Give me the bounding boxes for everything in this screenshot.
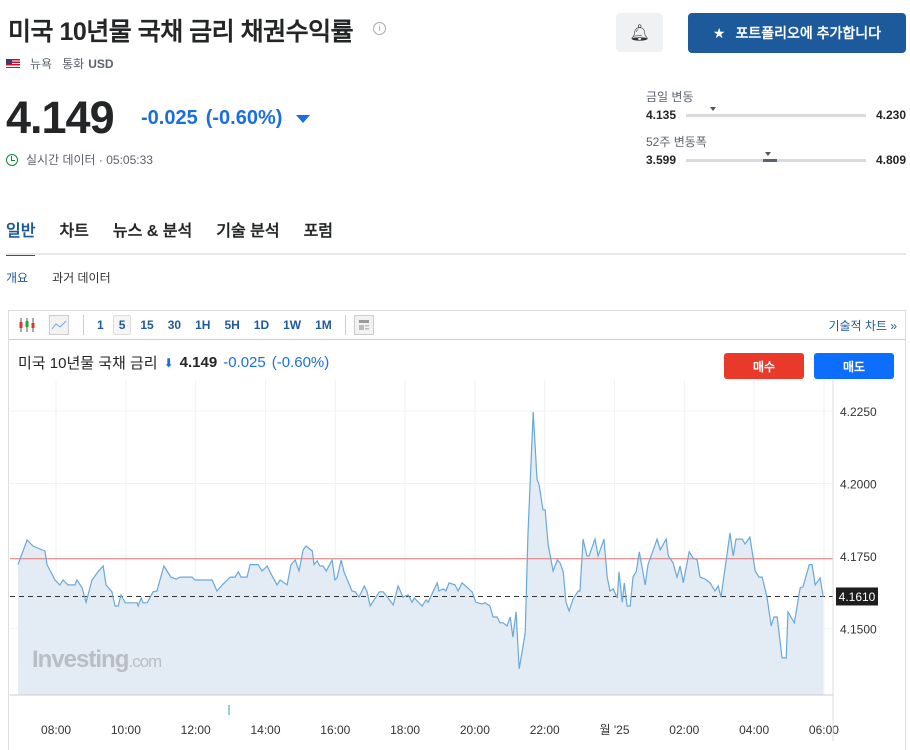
x-tick-label: 02:00 [669,723,699,737]
change-percent: (-0.60%) [205,107,283,129]
star-icon: ★ [712,24,726,41]
add-to-portfolio-button[interactable]: ★ 포트폴리오에 추가합니다 [688,13,906,53]
interval-1w[interactable]: 1W [278,316,306,334]
52-week-range: 52주 변동폭 3.599 4.809 [646,133,906,167]
tab-news[interactable]: 뉴스 & 분석 [113,217,192,256]
watermark-suffix: .com [128,652,162,671]
range-high: 4.230 [875,108,906,122]
news-layout-icon[interactable] [353,315,374,335]
x-tick-label: 월 '25 [600,723,630,737]
interval-1h[interactable]: 1H [190,316,215,334]
interval-5h[interactable]: 5H [219,316,244,334]
tab-chart[interactable]: 차트 [59,217,88,256]
range-marker [709,106,716,111]
area-chart-icon[interactable] [49,315,69,335]
x-tick-label: 22:00 [530,723,560,737]
currency-value: USD [88,56,114,71]
clock-icon [6,153,18,166]
interval-1m[interactable]: 1M [310,316,337,334]
range-marker [764,151,771,156]
bell-plus-icon: 🔔︎ [629,24,650,42]
instrument-meta: 뉴욕 통화 USD [6,55,114,72]
y-tick-label: 4.2250 [840,405,877,419]
tab-technical[interactable]: 기술 분석 [216,217,279,256]
sell-button[interactable]: 매도 [814,353,894,379]
price-change: -0.025 (-0.60%) [141,107,311,130]
range-bar [686,151,866,162]
currency-label: 통화 [62,57,85,71]
buy-button[interactable]: 매수 [724,353,804,379]
interval-5[interactable]: 5 [112,315,132,335]
candlestick-icon[interactable] [17,315,37,335]
range-fill [762,158,777,162]
range-bar [686,106,866,117]
y-tick-label: 4.2000 [840,477,877,491]
chart-price: 4.149 [179,354,218,371]
portfolio-button-label: 포트폴리오에 추가합니다 [735,25,882,41]
y-tick-label: 4.1750 [840,550,877,564]
range-label: 52주 변동폭 [646,135,707,149]
tab-general[interactable]: 일반 [6,217,36,256]
main-tabs: 일반 차트 뉴스 & 분석 기술 분석 포럼 [6,217,333,256]
range-low: 3.599 [646,153,677,167]
x-tick-label: 18:00 [390,723,420,737]
subtab-overview[interactable]: 개요 [6,269,28,286]
exchange-label: 뉴욕 [30,57,53,71]
subtab-historical[interactable]: 과거 데이터 [52,269,111,286]
chart-change-pct: (-0.60%) [271,354,330,371]
chart-toolbar: 1 5 15 30 1H 5H 1D 1W 1M 기술적 차트 » [9,311,905,340]
x-tick-label: 04:00 [739,723,769,737]
x-tick-label: 20:00 [460,723,490,737]
chart-change: -0.025 [223,354,266,371]
add-alert-button[interactable]: 🔔︎ [616,13,663,52]
x-tick-label: 12:00 [181,723,211,737]
y-tick-label: 4.1500 [840,622,877,636]
chart-header: 미국 10년물 국채 금리 ⬇ 4.149 -0.025 (-0.60%) [18,352,329,373]
interval-30[interactable]: 30 [163,316,186,334]
x-tick-label: 16:00 [320,723,350,737]
x-tick-label: 10:00 [111,723,141,737]
investing-watermark: Investing.com [32,646,162,674]
down-arrow-icon [296,114,311,123]
info-icon[interactable]: i [373,22,386,35]
range-label: 금일 변동 [646,90,694,104]
change-value: -0.025 [141,107,198,129]
toolbar-divider [344,315,346,335]
down-arrow-icon: ⬇ [163,355,174,370]
toolbar-divider [83,315,84,335]
tabs-divider [6,253,906,255]
x-tick-label: 08:00 [41,723,71,737]
last-price-badge-label: 4.1610 [839,590,876,604]
watermark-brand: Investing [32,646,129,673]
sub-tabs: 개요 과거 데이터 [6,269,111,286]
x-tick-label: 06:00 [809,723,839,737]
chart-instrument-name: 미국 10년물 국채 금리 [18,355,158,372]
interval-1d[interactable]: 1D [249,316,274,334]
price-chart[interactable]: 08:00 10:00 12:00 14:00 16:00 18:00 20:00 22:00… [0,380,910,741]
technical-chart-link[interactable]: 기술적 차트 » [828,317,897,334]
range-high: 4.809 [875,153,906,167]
realtime-label: 실시간 데이터 · 05:05:33 [26,153,153,167]
interval-1[interactable]: 1 [92,316,109,334]
last-price: 4.149 [6,92,115,143]
interval-15[interactable]: 15 [135,316,158,334]
realtime-status: 실시간 데이터 · 05:05:33 [6,151,153,168]
range-low: 4.135 [646,108,677,122]
tab-forum[interactable]: 포럼 [304,217,333,256]
x-tick-label: 14:00 [250,723,280,737]
day-range: 금일 변동 4.135 4.230 [646,88,906,122]
us-flag-icon [6,59,20,68]
page-title: 미국 10년물 국채 금리 채권수익률 [8,18,354,46]
